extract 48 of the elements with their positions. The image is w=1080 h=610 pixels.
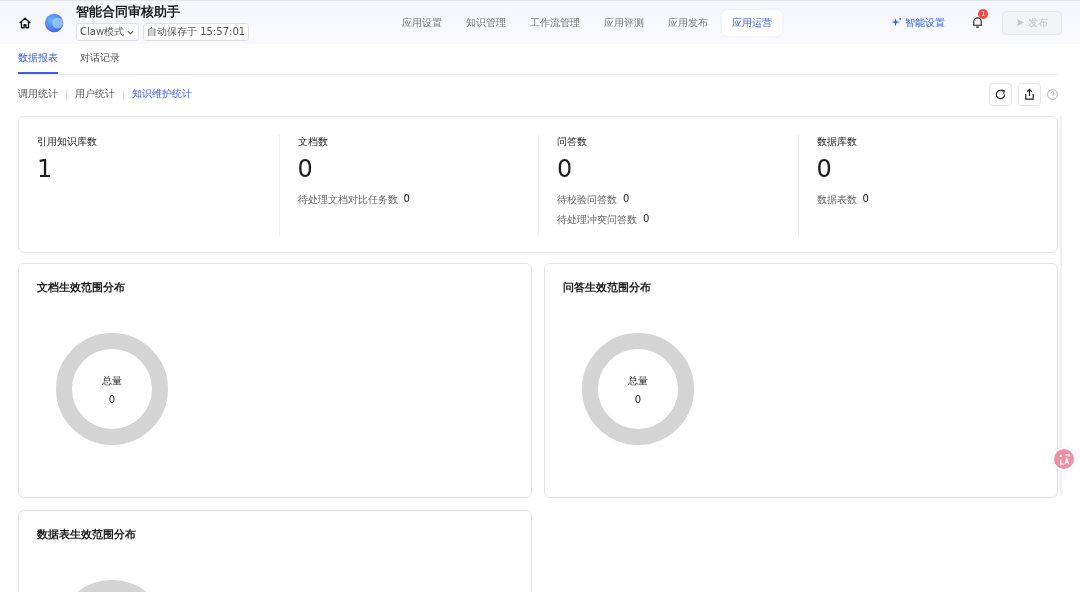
- nav-tab[interactable]: 知识管理: [456, 9, 516, 36]
- donut-total-label: 总量: [102, 373, 122, 388]
- detail-value: 0: [862, 193, 869, 206]
- stat-title: 数据库数: [816, 135, 858, 149]
- detail-label: 待处理文档对比任务数: [297, 193, 398, 207]
- stat-value: 1: [37, 155, 54, 183]
- report-tab[interactable]: 数据报表: [18, 44, 58, 74]
- stats-subtab[interactable]: 调用统计: [18, 88, 58, 101]
- refresh-button[interactable]: [989, 83, 1012, 106]
- nav-tab[interactable]: 应用评测: [594, 9, 654, 36]
- detail-label: 待处理冲突问答数: [557, 213, 637, 227]
- stat-title: 文档数: [297, 135, 329, 149]
- donut-total-value: 0: [634, 393, 642, 405]
- app-logo-icon: [44, 11, 66, 34]
- detail-label: 数据表数: [816, 193, 857, 207]
- nav-tab[interactable]: 应用发布: [658, 9, 718, 36]
- send-icon: [1016, 18, 1025, 27]
- detail-label: 待校验问答数: [557, 193, 617, 207]
- detail-value: 0: [643, 213, 650, 226]
- app-name: 智能合同审核助手: [76, 4, 181, 21]
- smart-settings-button[interactable]: 智能设置: [885, 14, 951, 31]
- nav-tab[interactable]: 应用运营: [722, 9, 782, 36]
- autosave-status: 自动保存于 15:57:01: [143, 23, 250, 41]
- translate-icon: [1057, 452, 1071, 466]
- stat-title: 问答数: [557, 135, 588, 149]
- nav-tab[interactable]: 工作流管理: [520, 9, 590, 36]
- stat-title: 引用知识库数: [37, 135, 98, 149]
- stat-value: 0: [816, 155, 833, 183]
- stats-subtab[interactable]: 用户统计: [75, 88, 115, 101]
- stats-subtab[interactable]: 知识维护统计: [132, 88, 192, 101]
- sparkle-icon: [891, 17, 902, 28]
- stat-value: 0: [297, 155, 314, 183]
- chart-title: 文档生效范围分布: [37, 280, 126, 295]
- donut-total-label: 总量: [628, 373, 648, 388]
- export-button[interactable]: [1018, 83, 1041, 106]
- chart-title: 数据表生效范围分布: [37, 527, 137, 542]
- refresh-icon: [994, 88, 1007, 101]
- stat-value: 0: [557, 155, 574, 183]
- detail-value: 0: [403, 193, 410, 206]
- home-icon[interactable]: [18, 15, 32, 30]
- nav-tab[interactable]: 应用设置: [392, 9, 452, 36]
- report-tab[interactable]: 对话记录: [80, 44, 120, 74]
- mode-dropdown[interactable]: Claw模式: [76, 23, 140, 41]
- detail-value: 0: [623, 193, 630, 206]
- donut-total-value: 0: [108, 393, 116, 405]
- chart-title: 问答生效范围分布: [563, 280, 652, 295]
- notification-bell-icon[interactable]: [971, 16, 984, 29]
- share-upload-icon: [1023, 88, 1036, 101]
